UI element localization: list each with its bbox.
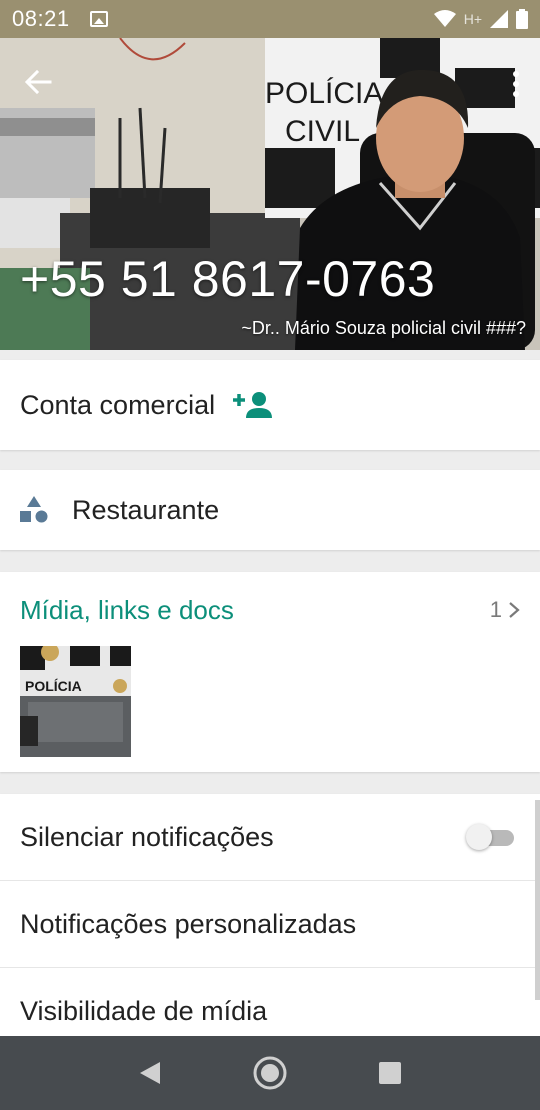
contact-push-name: ~Dr.. Mário Souza policial civil ###? xyxy=(241,318,526,338)
contact-phone-title: +55 51 8617-0763 xyxy=(20,251,436,307)
scrollbar[interactable] xyxy=(535,800,540,1000)
sign-line1: POLÍCIA xyxy=(265,77,383,110)
category-shapes-icon xyxy=(20,496,48,523)
chevron-right-icon xyxy=(509,602,520,618)
back-triangle-icon xyxy=(140,1062,160,1084)
media-header[interactable]: Mídia, links e docs 1 xyxy=(0,572,540,648)
business-account-card: Conta comercial xyxy=(0,360,540,450)
signal-icon xyxy=(490,10,508,28)
back-button[interactable] xyxy=(18,62,58,102)
media-title: Mídia, links e docs xyxy=(20,594,234,625)
status-icons: H+ xyxy=(433,9,528,29)
network-type: H+ xyxy=(463,11,482,27)
mute-notifications-label: Silenciar notificações xyxy=(20,821,274,852)
media-visibility-label: Visibilidade de mídia xyxy=(20,996,268,1026)
custom-notifications-label: Notificações personalizadas xyxy=(20,908,357,939)
nav-back-button[interactable] xyxy=(128,1051,172,1095)
custom-notifications-row[interactable]: Notificações personalizadas xyxy=(0,881,540,968)
nav-home-button[interactable] xyxy=(248,1051,292,1095)
contact-header: POLÍCIA CIVIL +55 51 8617-0763 ~Dr.. Már… xyxy=(0,38,540,350)
media-thumbnail[interactable]: POLÍCIA xyxy=(20,646,131,757)
home-circle-icon xyxy=(253,1056,287,1090)
thumbnail-text: POLÍCIA xyxy=(25,678,82,694)
notification-settings-card: Silenciar notificações Notificações pers… xyxy=(0,794,540,1044)
mute-toggle-thumb xyxy=(466,824,492,850)
business-category-card: Restaurante xyxy=(0,470,540,550)
more-vert-icon xyxy=(513,71,519,77)
media-count-value: 1 xyxy=(489,597,502,622)
image-icon xyxy=(89,11,108,27)
nav-recents-button[interactable] xyxy=(368,1051,412,1095)
more-options-button[interactable] xyxy=(502,64,530,104)
recents-square-icon xyxy=(379,1062,401,1084)
battery-icon xyxy=(516,9,528,29)
business-category-row: Restaurante xyxy=(0,470,540,550)
mute-toggle[interactable] xyxy=(466,824,514,850)
business-account-row[interactable]: Conta comercial xyxy=(0,360,540,450)
back-arrow-icon xyxy=(24,69,52,95)
mute-notifications-row[interactable]: Silenciar notificações xyxy=(0,794,540,881)
business-category-label: Restaurante xyxy=(72,494,220,525)
business-account-label: Conta comercial xyxy=(20,389,216,420)
media-count: 1 xyxy=(490,597,520,623)
add-contact-icon[interactable] xyxy=(233,390,273,420)
status-bar: 08:21 H+ xyxy=(0,0,540,38)
media-card: Mídia, links e docs 1 POLÍCIA xyxy=(0,572,540,772)
wifi-icon xyxy=(433,10,456,27)
sign-line2: CIVIL xyxy=(285,115,360,148)
system-nav-bar xyxy=(0,1036,540,1110)
status-time: 08:21 xyxy=(12,6,70,31)
